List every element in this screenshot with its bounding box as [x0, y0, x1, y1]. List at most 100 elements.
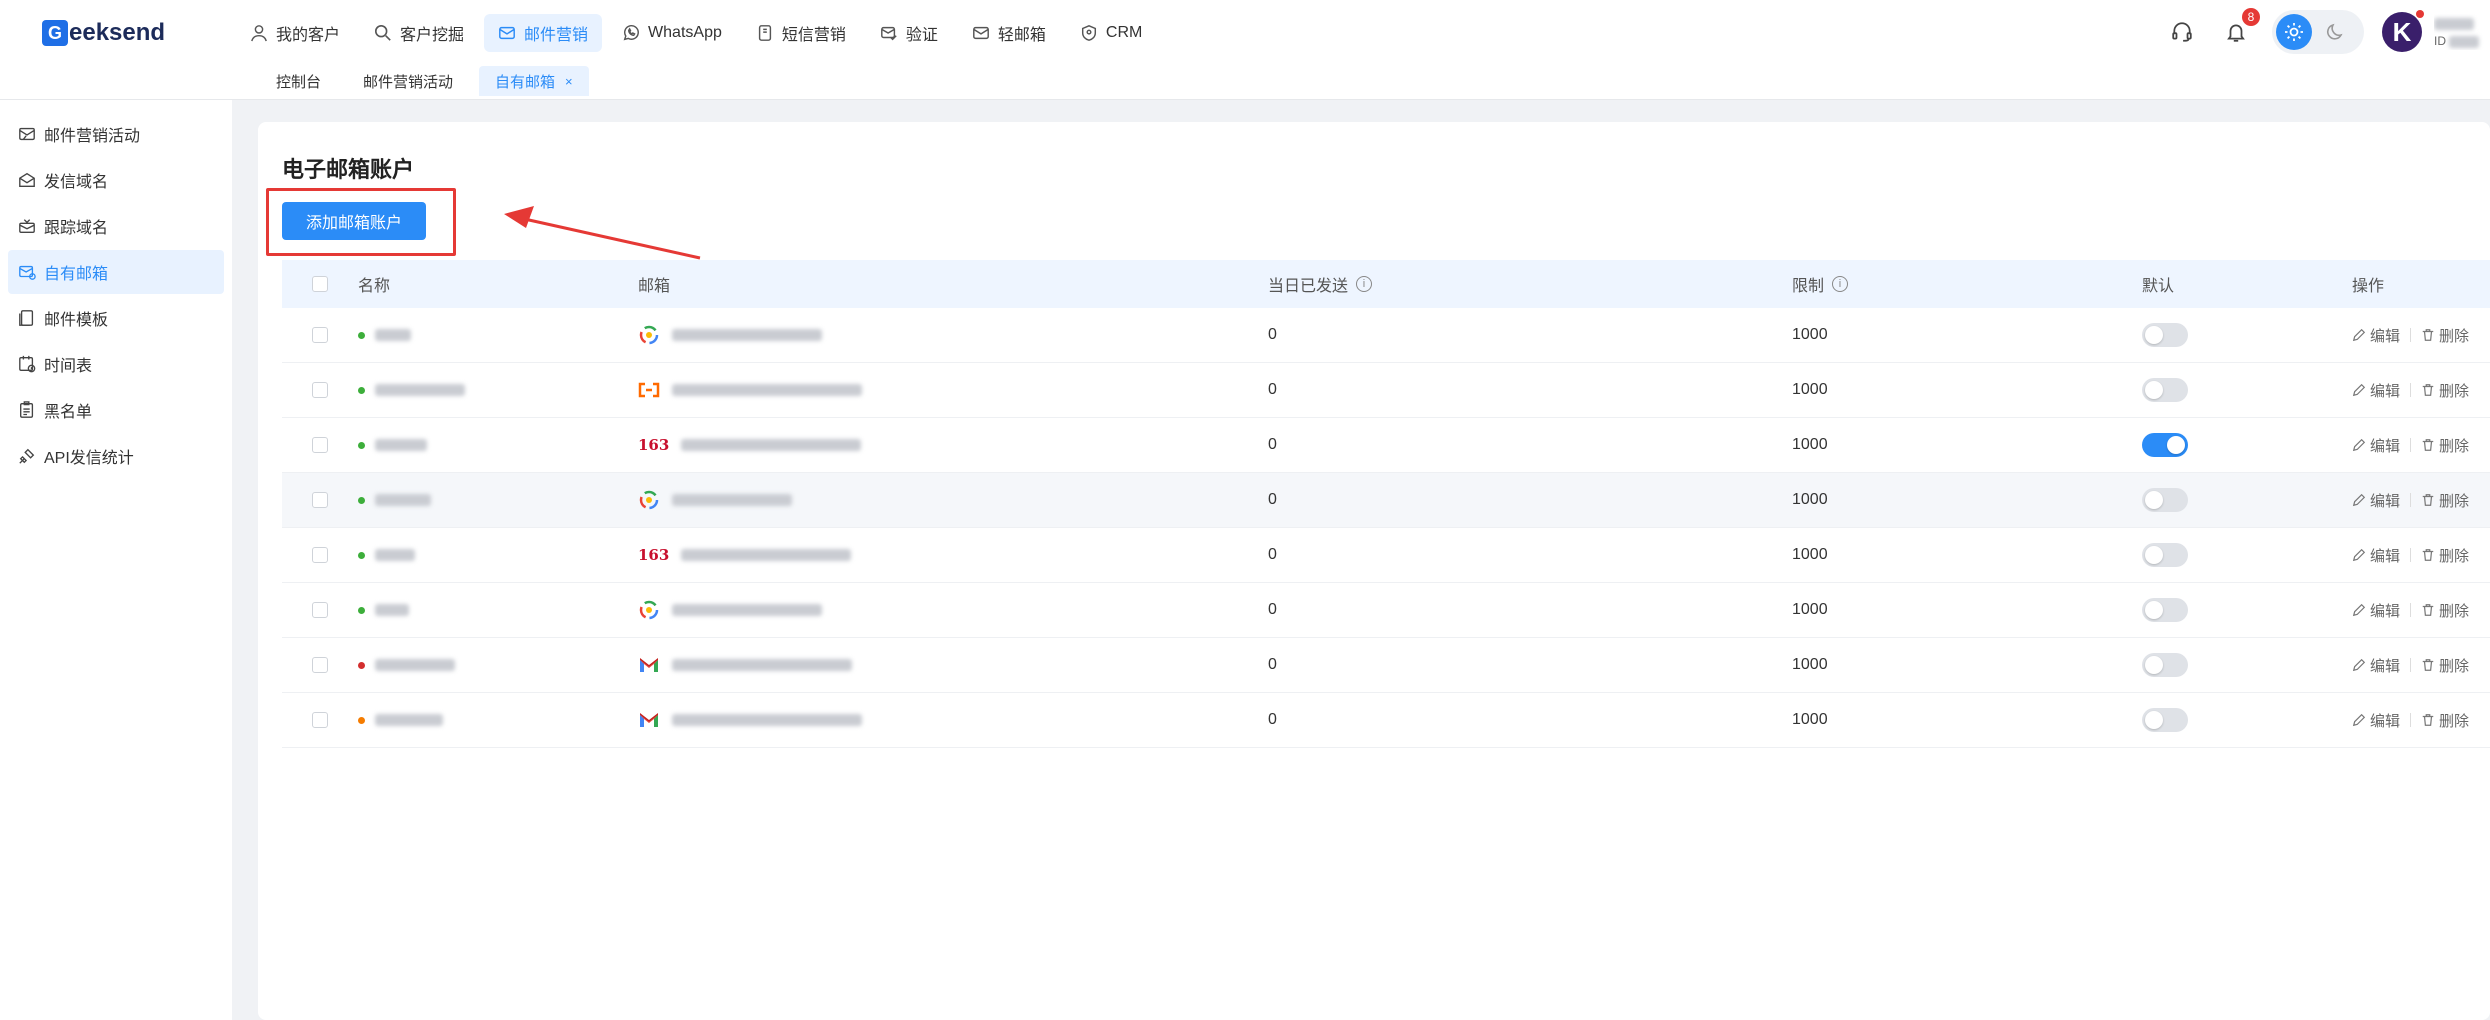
delete-button[interactable]: 删除 — [2421, 490, 2469, 511]
default-toggle[interactable] — [2142, 543, 2188, 567]
edit-button[interactable]: 编辑 — [2352, 655, 2400, 676]
delete-button[interactable]: 删除 — [2421, 655, 2469, 676]
default-toggle[interactable] — [2142, 598, 2188, 622]
sidebar-item-email-campaigns[interactable]: 邮件营销活动 — [8, 112, 224, 156]
add-mailbox-button[interactable]: 添加邮箱账户 — [282, 202, 427, 240]
nav-item-my-customers[interactable]: 我的客户 — [236, 14, 354, 52]
nav-item-whatsapp[interactable]: WhatsApp — [608, 14, 736, 52]
nav-item-label: 我的客户 — [276, 27, 341, 44]
delete-button[interactable]: 删除 — [2421, 435, 2469, 456]
select-all-checkbox[interactable] — [312, 276, 328, 292]
delete-button[interactable]: 删除 — [2421, 710, 2469, 731]
info-icon[interactable]: i — [1832, 276, 1849, 292]
action-divider — [2410, 603, 2412, 617]
delete-label: 删除 — [2439, 382, 2470, 400]
edit-button[interactable]: 编辑 — [2352, 545, 2400, 566]
status-dot — [358, 386, 365, 394]
google-workspace-icon — [638, 599, 660, 621]
own-mailbox-icon — [19, 265, 36, 280]
account-mailbox: 163 — [638, 544, 1268, 566]
row-actions: 编辑 删除 — [2352, 435, 2490, 456]
limit-value: 1000 — [1792, 381, 1828, 398]
info-icon[interactable]: i — [1356, 276, 1373, 292]
nav-item-crm[interactable]: CRM — [1066, 14, 1156, 52]
row-checkbox[interactable] — [312, 602, 328, 618]
table-body: 0 1000 编辑 删除 0 1000 编辑 删除 163 0 1000 编辑 删除 0 1000 编辑 删除 1… — [282, 308, 2490, 748]
tab-email-campaigns[interactable]: 邮件营销活动 — [347, 66, 469, 96]
row-checkbox[interactable] — [312, 712, 328, 728]
nav-item-email-marketing[interactable]: 邮件营销 — [484, 14, 603, 52]
row-checkbox[interactable] — [312, 657, 328, 673]
blacklist-icon — [20, 401, 34, 418]
account-name — [358, 494, 638, 506]
avatar-letter: K — [2392, 16, 2412, 47]
edit-label: 编辑 — [2370, 327, 2401, 345]
sidebar-item-blacklist[interactable]: 黑名单 — [8, 388, 224, 432]
edit-button[interactable]: 编辑 — [2352, 600, 2400, 621]
pencil-icon — [2352, 328, 2366, 342]
logo-text: eeksend — [69, 19, 166, 46]
close-icon[interactable]: × — [565, 74, 573, 89]
google-workspace-icon — [638, 324, 660, 346]
sidebar-item-templates[interactable]: 邮件模板 — [8, 296, 224, 340]
sidebar-item-tracking-domains[interactable]: 跟踪域名 — [8, 204, 224, 248]
sidebar-item-api-stats[interactable]: API发信统计 — [8, 434, 224, 478]
edit-button[interactable]: 编辑 — [2352, 380, 2400, 401]
account-mailbox: 163 — [638, 434, 1268, 456]
row-checkbox[interactable] — [312, 382, 328, 398]
search-icon — [375, 24, 391, 41]
light-mode-button[interactable] — [2276, 14, 2312, 50]
edit-button[interactable]: 编辑 — [2352, 325, 2400, 346]
user-id-prefix: ID — [2434, 34, 2446, 48]
whatsapp-icon — [623, 25, 639, 41]
light-mail-icon — [972, 26, 989, 40]
table-row[interactable]: 0 1000 编辑 删除 — [282, 473, 2490, 528]
default-toggle[interactable] — [2142, 653, 2188, 677]
tab-own-mailbox[interactable]: 自有邮箱 × — [479, 66, 589, 96]
default-toggle[interactable] — [2142, 433, 2188, 457]
user-meta[interactable]: ID — [2434, 14, 2490, 50]
delete-button[interactable]: 删除 — [2421, 380, 2469, 401]
brand-logo[interactable]: G eeksend — [42, 18, 165, 48]
sidebar-item-sender-domains[interactable]: 发信域名 — [8, 158, 224, 202]
default-toggle[interactable] — [2142, 488, 2188, 512]
pencil-icon — [2352, 493, 2366, 507]
user-avatar[interactable]: K — [2382, 10, 2424, 52]
default-toggle[interactable] — [2142, 323, 2188, 347]
status-dot — [358, 661, 365, 669]
account-mailbox — [638, 324, 1268, 346]
sidebar-item-schedule[interactable]: 时间表 — [8, 342, 224, 386]
row-checkbox[interactable] — [312, 327, 328, 343]
notification-bell[interactable]: 8 — [2218, 8, 2260, 50]
tab-dashboard[interactable]: 控制台 — [260, 66, 337, 96]
table-row[interactable]: 163 0 1000 编辑 删除 — [282, 418, 2490, 473]
edit-label: 编辑 — [2370, 602, 2401, 620]
table-row[interactable]: 163 0 1000 编辑 删除 — [282, 528, 2490, 583]
edit-button[interactable]: 编辑 — [2352, 435, 2400, 456]
nav-item-verify[interactable]: 验证 — [866, 14, 952, 52]
nav-item-prospecting[interactable]: 客户挖掘 — [360, 14, 478, 52]
account-name — [358, 549, 638, 561]
dark-mode-button[interactable] — [2318, 14, 2354, 50]
table-row[interactable]: 0 1000 编辑 删除 — [282, 638, 2490, 693]
row-checkbox[interactable] — [312, 547, 328, 563]
row-checkbox[interactable] — [312, 437, 328, 453]
table-row[interactable]: 0 1000 编辑 删除 — [282, 693, 2490, 748]
edit-button[interactable]: 编辑 — [2352, 490, 2400, 511]
sidebar-item-own-mailbox[interactable]: 自有邮箱 — [8, 250, 224, 294]
delete-button[interactable]: 删除 — [2421, 545, 2469, 566]
nav-item-light-mailbox[interactable]: 轻邮箱 — [958, 14, 1060, 52]
delete-button[interactable]: 删除 — [2421, 325, 2469, 346]
status-dot — [358, 331, 365, 339]
row-checkbox[interactable] — [312, 492, 328, 508]
limit-value: 1000 — [1792, 436, 1828, 453]
default-toggle[interactable] — [2142, 378, 2188, 402]
delete-button[interactable]: 删除 — [2421, 600, 2469, 621]
table-row[interactable]: 0 1000 编辑 删除 — [282, 363, 2490, 418]
nav-item-sms-marketing[interactable]: 短信营销 — [742, 14, 860, 52]
edit-button[interactable]: 编辑 — [2352, 710, 2400, 731]
default-toggle[interactable] — [2142, 708, 2188, 732]
table-row[interactable]: 0 1000 编辑 删除 — [282, 308, 2490, 363]
table-row[interactable]: 0 1000 编辑 删除 — [282, 583, 2490, 638]
support-headset-icon[interactable] — [2164, 14, 2200, 50]
